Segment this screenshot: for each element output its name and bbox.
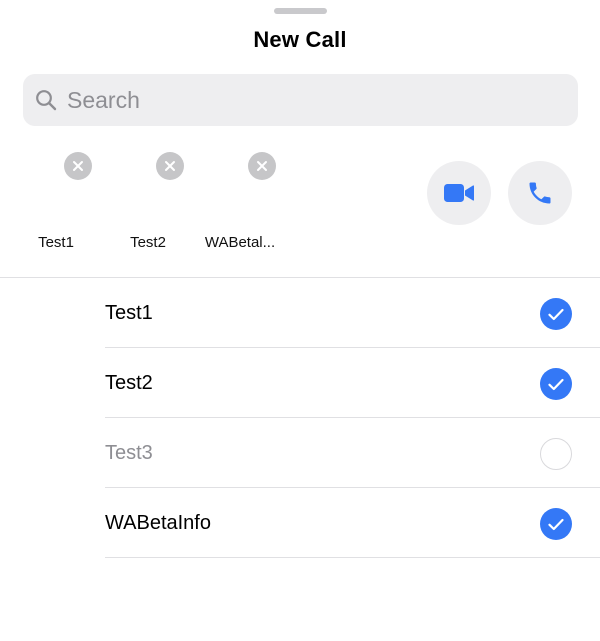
- checkbox-unchecked[interactable]: [540, 438, 572, 470]
- voice-call-button[interactable]: [508, 161, 572, 225]
- close-icon: [257, 161, 267, 171]
- remove-contact-button[interactable]: [64, 152, 92, 180]
- checkmark-icon: [548, 518, 564, 530]
- video-camera-icon: [444, 184, 474, 202]
- video-call-button[interactable]: [427, 161, 491, 225]
- contact-name: Test2: [105, 372, 153, 394]
- contact-row[interactable]: Test3: [0, 418, 600, 488]
- checkbox-checked[interactable]: [540, 298, 572, 330]
- chip-label: WABetal...: [204, 234, 276, 251]
- contact-name: WABetaInfo: [105, 512, 211, 534]
- search-input[interactable]: [67, 86, 547, 114]
- checkmark-icon: [548, 378, 564, 390]
- selected-contact-chip: Test2: [102, 148, 194, 258]
- page-title: New Call: [253, 27, 347, 52]
- remove-contact-button[interactable]: [156, 152, 184, 180]
- checkbox-checked[interactable]: [540, 368, 572, 400]
- remove-contact-button[interactable]: [248, 152, 276, 180]
- contact-row[interactable]: Test1: [0, 278, 600, 348]
- chip-label: Test1: [38, 234, 74, 251]
- contact-name: Test1: [105, 302, 153, 324]
- chip-label: Test2: [130, 234, 166, 251]
- row-separator: [105, 557, 600, 558]
- phone-icon: [529, 182, 551, 204]
- sheet-grabber[interactable]: [274, 8, 327, 14]
- checkmark-icon: [548, 308, 564, 320]
- close-icon: [73, 161, 83, 171]
- search-icon: [35, 89, 57, 111]
- search-bar[interactable]: [23, 74, 578, 126]
- contact-name: Test3: [105, 442, 153, 464]
- close-icon: [165, 161, 175, 171]
- contact-row[interactable]: WABetaInfo: [0, 488, 600, 558]
- selected-contact-chip: WABetal...: [194, 148, 286, 258]
- selected-contact-chip: Test1: [10, 148, 102, 258]
- contact-row[interactable]: Test2: [0, 348, 600, 418]
- contact-list: Test1 Test2 Test3 WABetaInfo: [0, 278, 600, 558]
- checkbox-checked[interactable]: [540, 508, 572, 540]
